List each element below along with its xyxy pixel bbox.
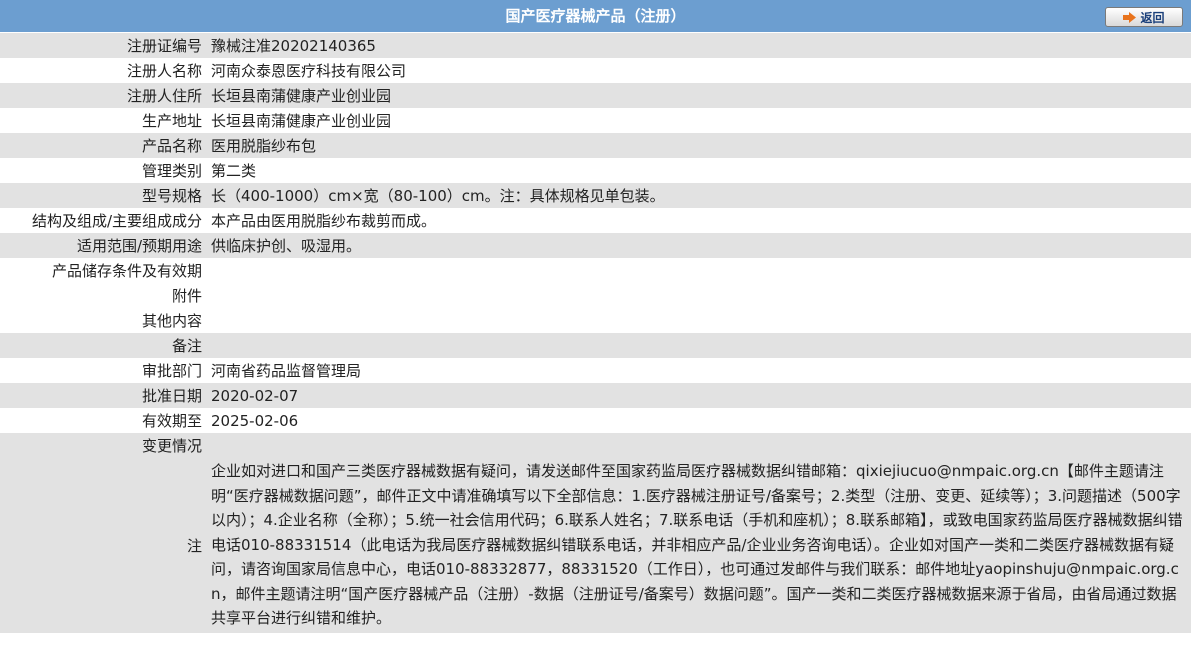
table-row-attachments: 附件 xyxy=(0,283,1191,308)
row-value: 长垣县南蒲健康产业创业园 xyxy=(211,112,392,130)
table-row-change-history: 变更情况 xyxy=(0,433,1191,458)
note-label: 注 xyxy=(186,536,202,555)
table-row-other-content: 其他内容 xyxy=(0,308,1191,333)
table-row-product-name: 产品名称 医用脱脂纱布包 xyxy=(0,133,1191,158)
row-label: 有效期至 xyxy=(141,412,202,430)
back-button-label: 返回 xyxy=(1140,10,1165,25)
table-row-intended-use: 适用范围/预期用途 供临床护创、吸湿用。 xyxy=(0,233,1191,258)
table-row-model-spec: 型号规格 长（400-1000）cm×宽（80-100）cm。注：具体规格见单包… xyxy=(0,183,1191,208)
row-value xyxy=(207,258,1191,283)
row-value: 医用脱脂纱布包 xyxy=(211,137,317,155)
table-row-registration-number: 注册证编号 豫械注准20202140365 xyxy=(0,33,1191,58)
row-value: 第二类 xyxy=(211,162,257,180)
table-row-approval-department: 审批部门 河南省药品监督管理局 xyxy=(0,358,1191,383)
detail-table: 注册证编号 豫械注准20202140365 注册人名称 河南众泰恩医疗科技有限公… xyxy=(0,33,1191,633)
row-value xyxy=(207,333,1191,358)
row-label: 结构及组成/主要组成成分 xyxy=(31,212,202,230)
row-label: 注册证编号 xyxy=(126,37,202,55)
table-row-management-category: 管理类别 第二类 xyxy=(0,158,1191,183)
row-label: 产品储存条件及有效期 xyxy=(51,262,202,280)
row-value: 本产品由医用脱脂纱布裁剪而成。 xyxy=(211,212,437,230)
table-row-valid-until: 有效期至 2025-02-06 xyxy=(0,408,1191,433)
row-label: 注册人住所 xyxy=(126,87,202,105)
row-label: 附件 xyxy=(171,287,202,305)
row-value: 河南众泰恩医疗科技有限公司 xyxy=(211,62,407,80)
table-row-production-address: 生产地址 长垣县南蒲健康产业创业园 xyxy=(0,108,1191,133)
row-value xyxy=(207,308,1191,333)
row-label: 变更情况 xyxy=(141,437,202,455)
row-value: 长垣县南蒲健康产业创业园 xyxy=(211,87,392,105)
note-cell: 企业如对进口和国产三类医疗器械数据有疑问，请发送邮件至国家药监局医疗器械数据纠错… xyxy=(207,458,1191,633)
table-row-note: 注 企业如对进口和国产三类医疗器械数据有疑问，请发送邮件至国家药监局医疗器械数据… xyxy=(0,458,1191,633)
table-row-approval-date: 批准日期 2020-02-07 xyxy=(0,383,1191,408)
back-button[interactable]: 返回 xyxy=(1105,7,1183,27)
row-label: 其他内容 xyxy=(141,312,202,330)
row-label: 审批部门 xyxy=(141,362,202,380)
row-value: 2025-02-06 xyxy=(211,411,299,430)
row-value: 供临床护创、吸湿用。 xyxy=(211,237,362,255)
row-label: 适用范围/预期用途 xyxy=(76,237,202,255)
registration-detail-page: 国产医疗器械产品（注册） 返回 注册证编号 豫械注准20202140365 注册… xyxy=(0,0,1191,658)
arrow-right-icon xyxy=(1123,11,1137,23)
table-row-structure-composition: 结构及组成/主要组成成分 本产品由医用脱脂纱布裁剪而成。 xyxy=(0,208,1191,233)
table-row-registrant-name: 注册人名称 河南众泰恩医疗科技有限公司 xyxy=(0,58,1191,83)
row-label: 生产地址 xyxy=(141,112,202,130)
row-value xyxy=(207,433,1191,458)
row-label: 管理类别 xyxy=(141,162,202,180)
row-value xyxy=(207,283,1191,308)
title-bar: 国产医疗器械产品（注册） 返回 xyxy=(0,0,1191,33)
row-value: 豫械注准20202140365 xyxy=(211,37,376,55)
note-text: 企业如对进口和国产三类医疗器械数据有疑问，请发送邮件至国家药监局医疗器械数据纠错… xyxy=(211,462,1183,627)
row-value: 长（400-1000）cm×宽（80-100）cm。注：具体规格见单包装。 xyxy=(211,187,665,205)
row-label: 备注 xyxy=(171,337,202,355)
table-row-storage-conditions: 产品储存条件及有效期 xyxy=(0,258,1191,283)
table-row-registrant-address: 注册人住所 长垣县南蒲健康产业创业园 xyxy=(0,83,1191,108)
table-row-remarks: 备注 xyxy=(0,333,1191,358)
row-label: 批准日期 xyxy=(141,387,202,405)
row-value: 河南省药品监督管理局 xyxy=(211,362,362,380)
page-title: 国产医疗器械产品（注册） xyxy=(505,7,686,25)
row-value: 2020-02-07 xyxy=(211,386,299,405)
row-label: 注册人名称 xyxy=(126,62,202,80)
row-label: 产品名称 xyxy=(141,137,202,155)
row-label: 型号规格 xyxy=(141,187,202,205)
